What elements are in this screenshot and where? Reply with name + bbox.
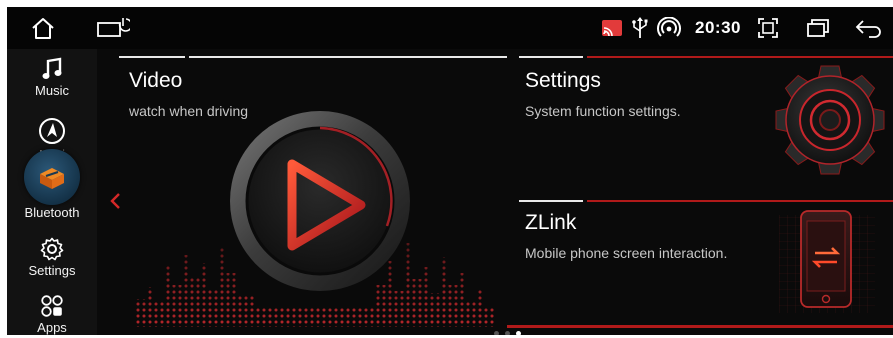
gear-icon: [40, 237, 64, 261]
settings-subtitle: System function settings.: [525, 103, 681, 119]
page-indicator-1[interactable]: [494, 331, 499, 335]
sidebar-item-bluetooth[interactable]: Bluetooth: [7, 149, 97, 220]
sidebar-item-settings[interactable]: Settings: [7, 237, 97, 278]
clock: 20:30: [693, 7, 743, 49]
sidebar-item-label: Apps: [37, 320, 67, 335]
video-title: Video: [129, 69, 183, 92]
card-top-line: [587, 200, 893, 202]
sidebar: Music Navi Bluetooth Settings Apps: [7, 49, 97, 335]
status-bar: 20:30: [7, 7, 893, 49]
sidebar-item-label: Settings: [28, 263, 76, 278]
sidebar-item-label: Music: [35, 83, 69, 98]
phone-transfer-icon: [779, 210, 875, 313]
bluetooth-app-icon: [24, 149, 80, 205]
card-top-accent: [519, 56, 583, 58]
recent-apps-icon[interactable]: [803, 7, 833, 49]
chevron-left-icon[interactable]: [109, 192, 121, 210]
hotspot-icon: [655, 7, 683, 49]
settings-title: Settings: [525, 69, 601, 92]
screenshot-icon[interactable]: [754, 7, 782, 49]
home-content: Video watch when driving Settings System…: [97, 49, 893, 335]
zlink-subtitle: Mobile phone screen interaction.: [525, 245, 728, 261]
settings-card[interactable]: Settings System function settings.: [507, 49, 893, 195]
card-top-line: [587, 56, 893, 58]
play-icon[interactable]: [225, 106, 415, 296]
zlink-title: ZLink: [525, 211, 577, 234]
zlink-card[interactable]: ZLink Mobile phone screen interaction.: [507, 195, 893, 335]
card-top-accent: [119, 56, 185, 58]
head-unit-screen: 20:30 Music Navi Bluetooth Sett: [7, 7, 893, 335]
sidebar-item-apps[interactable]: Apps: [7, 294, 97, 335]
sidebar-item-music[interactable]: Music: [7, 57, 97, 98]
navigation-icon: [39, 118, 65, 144]
page-indicator-3[interactable]: [516, 331, 521, 335]
back-icon[interactable]: [852, 7, 886, 49]
time-display: 20:30: [695, 18, 741, 37]
apps-grid-icon: [41, 295, 63, 317]
display-off-icon[interactable]: [93, 7, 133, 49]
card-top-accent: [519, 200, 583, 202]
card-top-line: [189, 56, 507, 58]
page-indicator-2[interactable]: [505, 331, 510, 335]
card-bottom-line: [507, 325, 893, 328]
gear-wheel-icon: [775, 65, 885, 175]
home-icon[interactable]: [25, 7, 61, 49]
usb-icon: [627, 7, 653, 49]
sidebar-item-label: Bluetooth: [24, 205, 80, 220]
screen-cast-icon: [598, 7, 626, 49]
music-note-icon: [42, 57, 62, 79]
video-card[interactable]: Video watch when driving: [97, 49, 507, 335]
